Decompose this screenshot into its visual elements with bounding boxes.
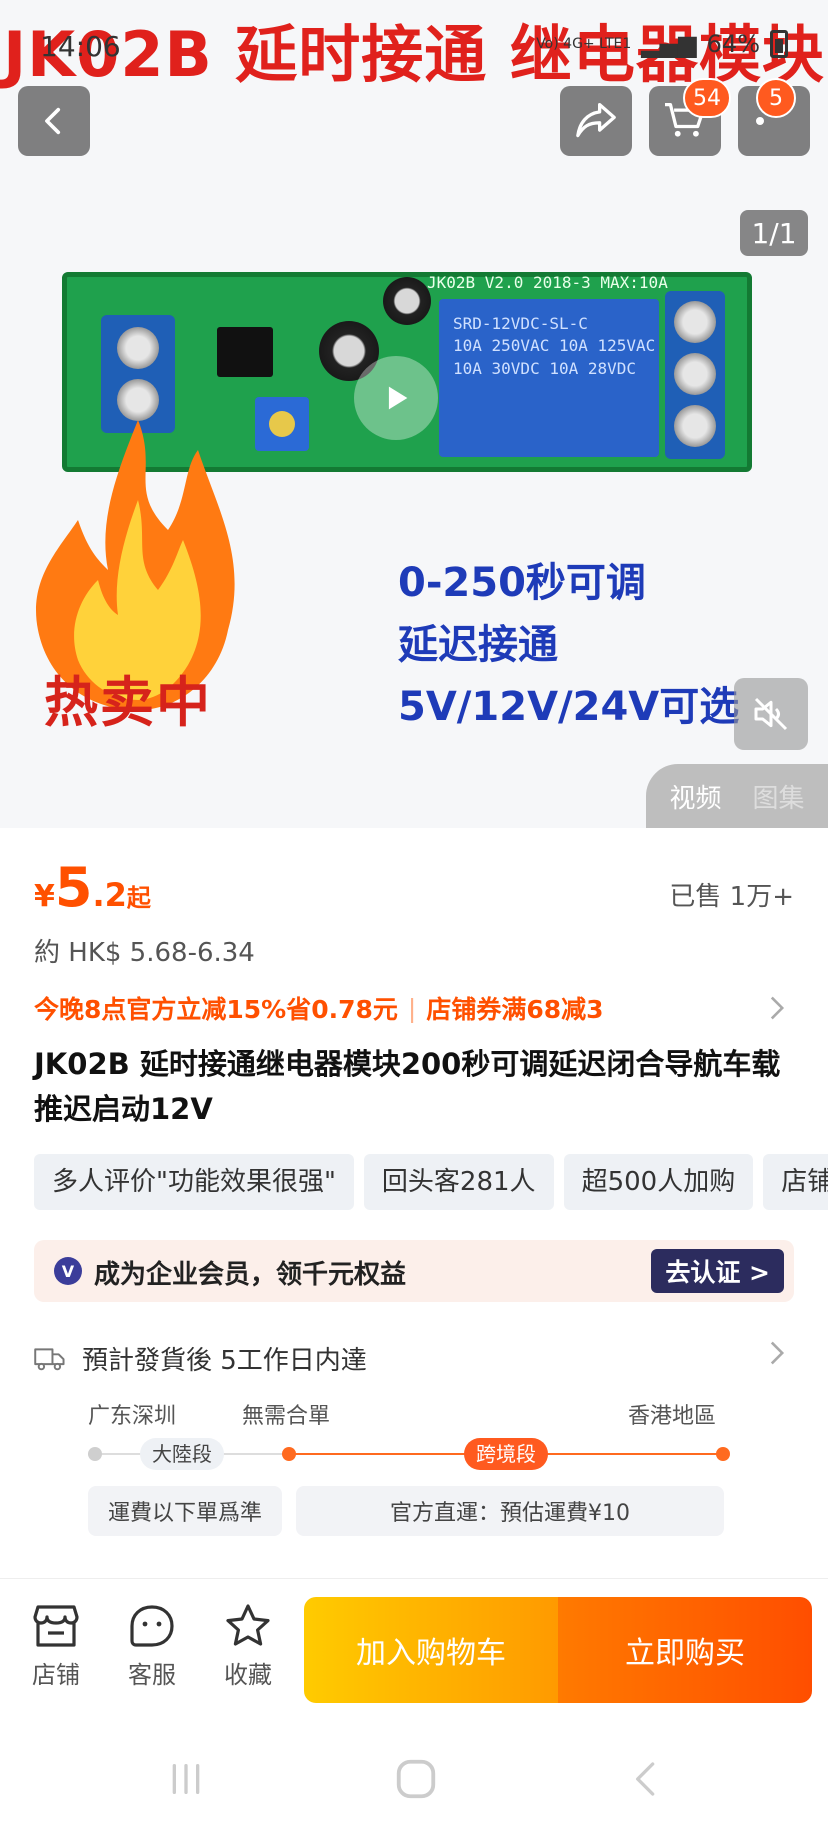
promo-line: 5V/12V/24V可选	[398, 684, 740, 730]
system-navigation-bar	[0, 1710, 828, 1840]
favorite-button[interactable]: 收藏	[208, 1603, 288, 1690]
battery-icon	[770, 30, 788, 58]
bottom-action-bar: 店铺 客服 收藏 加入购物车 立即购买	[0, 1578, 828, 1710]
chevron-right-icon	[770, 1341, 785, 1365]
back-button[interactable]	[18, 86, 90, 156]
shop-button[interactable]: 店铺	[16, 1603, 96, 1690]
output-terminal	[665, 291, 725, 459]
promotion-row[interactable]: 今晚8点官方立减15%省0.78元 | 店铺券满68减3	[34, 990, 794, 1026]
favorite-label: 收藏	[224, 1661, 272, 1689]
truck-icon	[34, 1348, 65, 1371]
more-button[interactable]: 5	[738, 78, 810, 156]
customer-service-button[interactable]: 客服	[112, 1603, 192, 1690]
image-counter: 1/1	[740, 210, 808, 256]
screw	[674, 301, 716, 343]
chevron-right-icon	[770, 996, 785, 1020]
review-tag[interactable]: 多人评价"功能效果很强"	[34, 1154, 354, 1210]
vip-icon: V	[54, 1257, 82, 1285]
segment-mainland-label: 大陸段	[140, 1438, 224, 1470]
speaker-muted-icon	[754, 697, 788, 731]
cart-button[interactable]: 54	[649, 78, 731, 156]
member-text: 成为企业会员，领千元权益	[94, 1260, 407, 1290]
price-row: ¥5.2起 已售 1万+	[34, 856, 794, 919]
verify-button[interactable]: 去认证 >	[651, 1249, 784, 1293]
screw	[674, 353, 716, 395]
chevron-left-icon	[45, 107, 61, 135]
recent-apps-icon	[172, 1764, 200, 1794]
battery-level: 64%	[706, 30, 760, 58]
add-to-cart-button[interactable]: 加入购物车	[304, 1597, 558, 1703]
buy-now-button[interactable]: 立即购买	[558, 1597, 812, 1703]
mute-button[interactable]	[734, 678, 808, 750]
board-silkscreen-text: JK02B V2.0 2018-3 MAX:10A	[427, 273, 668, 292]
shop-label: 店铺	[32, 1661, 80, 1689]
product-title: JK02B 延时接通继电器模块200秒可调延迟闭合导航车载推迟启动12V	[34, 1047, 781, 1126]
message-count-badge: 5	[756, 78, 796, 118]
screw	[117, 327, 159, 369]
home-icon	[396, 1759, 436, 1799]
status-time: 14:06	[40, 30, 121, 63]
potentiometer	[255, 397, 309, 451]
back-arrow-icon	[636, 1762, 655, 1796]
origin-station: 广东深圳	[88, 1404, 177, 1429]
route-dot	[282, 1447, 296, 1461]
tab-video[interactable]: 视频	[669, 778, 721, 815]
review-tag[interactable]: 超500人加购	[563, 1154, 754, 1210]
screw	[674, 405, 716, 447]
media-type-toggle[interactable]: 视频 图集	[646, 764, 828, 828]
store-icon	[33, 1605, 79, 1647]
promo-line: 延迟接通	[398, 622, 558, 668]
official-shipping-fee: 官方直運：預估運費¥10	[296, 1486, 724, 1536]
star-icon	[226, 1604, 270, 1646]
shipping-section[interactable]: 預計發貨後 5工作日内達 广东深圳 無需合單 香港地區 大陸段 跨境段 運費以下…	[34, 1338, 794, 1536]
play-video-button[interactable]	[354, 356, 438, 440]
status-bar: 14:06 Vo) 4G+ LTE1 ▂▄▆ 64%	[0, 28, 828, 68]
share-icon	[576, 103, 616, 138]
status-indicators: Vo) 4G+ LTE1 ▂▄▆ 64%	[536, 30, 788, 58]
promo-text-block: 0-250秒可调 延迟接通 5V/12V/24V可选	[398, 552, 739, 738]
shipping-fee-note: 運費以下單爲準	[88, 1486, 282, 1536]
hkd-price: 約 HK$ 5.68-6.34	[34, 938, 255, 968]
hot-sale-label: 热卖中	[44, 671, 212, 734]
relay-label: SRD-12VDC-SL-C 10A 250VAC 10A 125VAC 10A…	[453, 314, 656, 378]
share-button[interactable]	[560, 86, 632, 156]
enterprise-member-banner[interactable]: V 成为企业会员，领千元权益 去认证 >	[34, 1240, 794, 1302]
route-line: 大陸段 跨境段	[88, 1434, 758, 1474]
price-currency: ¥	[34, 879, 55, 914]
destination-station: 香港地區	[628, 1404, 717, 1429]
ic-chip	[217, 327, 273, 377]
promo-line: 0-250秒可调	[398, 560, 646, 606]
price-integer: 5	[54, 856, 93, 919]
relay-component: SRD-12VDC-SL-C 10A 250VAC 10A 125VAC 10A…	[439, 299, 659, 457]
system-back-button[interactable]	[616, 1754, 676, 1804]
review-tag[interactable]: 店铺	[763, 1154, 828, 1210]
product-gallery[interactable]: JK02B 延时接通 继电器模块 14:06 Vo) 4G+ LTE1 ▂▄▆ …	[0, 0, 828, 828]
review-tags: 多人评价"功能效果很强" 回头客281人 超500人加购 店铺	[34, 1154, 828, 1210]
price: ¥5.2起	[34, 856, 151, 919]
route-dot	[88, 1447, 102, 1461]
review-tag[interactable]: 回头客281人	[363, 1154, 554, 1210]
recent-apps-button[interactable]	[156, 1754, 216, 1804]
sold-count: 已售 1万+	[669, 882, 794, 912]
price-decimal: .2	[92, 876, 127, 914]
chat-face-icon	[130, 1605, 174, 1647]
merge-note: 無需合單	[242, 1404, 331, 1429]
segment-crossborder-label: 跨境段	[464, 1438, 548, 1470]
promo-deal: 今晚8点官方立减15%省0.78元	[34, 995, 398, 1024]
service-label: 客服	[128, 1661, 176, 1689]
promo-coupon: 店铺券满68减3	[426, 995, 604, 1024]
home-button[interactable]	[386, 1754, 446, 1804]
capacitor	[383, 277, 431, 325]
price-suffix: 起	[126, 884, 151, 912]
shipping-summary-row[interactable]: 預計發貨後 5工作日内達	[34, 1338, 794, 1378]
cart-count-badge: 54	[683, 78, 731, 118]
signal-icon: ▂▄▆	[641, 30, 697, 58]
route-dot	[716, 1447, 730, 1461]
shipping-estimate: 預計發貨後 5工作日内達	[82, 1345, 367, 1376]
play-icon	[388, 386, 408, 410]
promo-separator: |	[407, 993, 417, 1023]
tab-gallery[interactable]: 图集	[752, 778, 804, 815]
network-indicator: Vo) 4G+ LTE1	[536, 36, 632, 52]
